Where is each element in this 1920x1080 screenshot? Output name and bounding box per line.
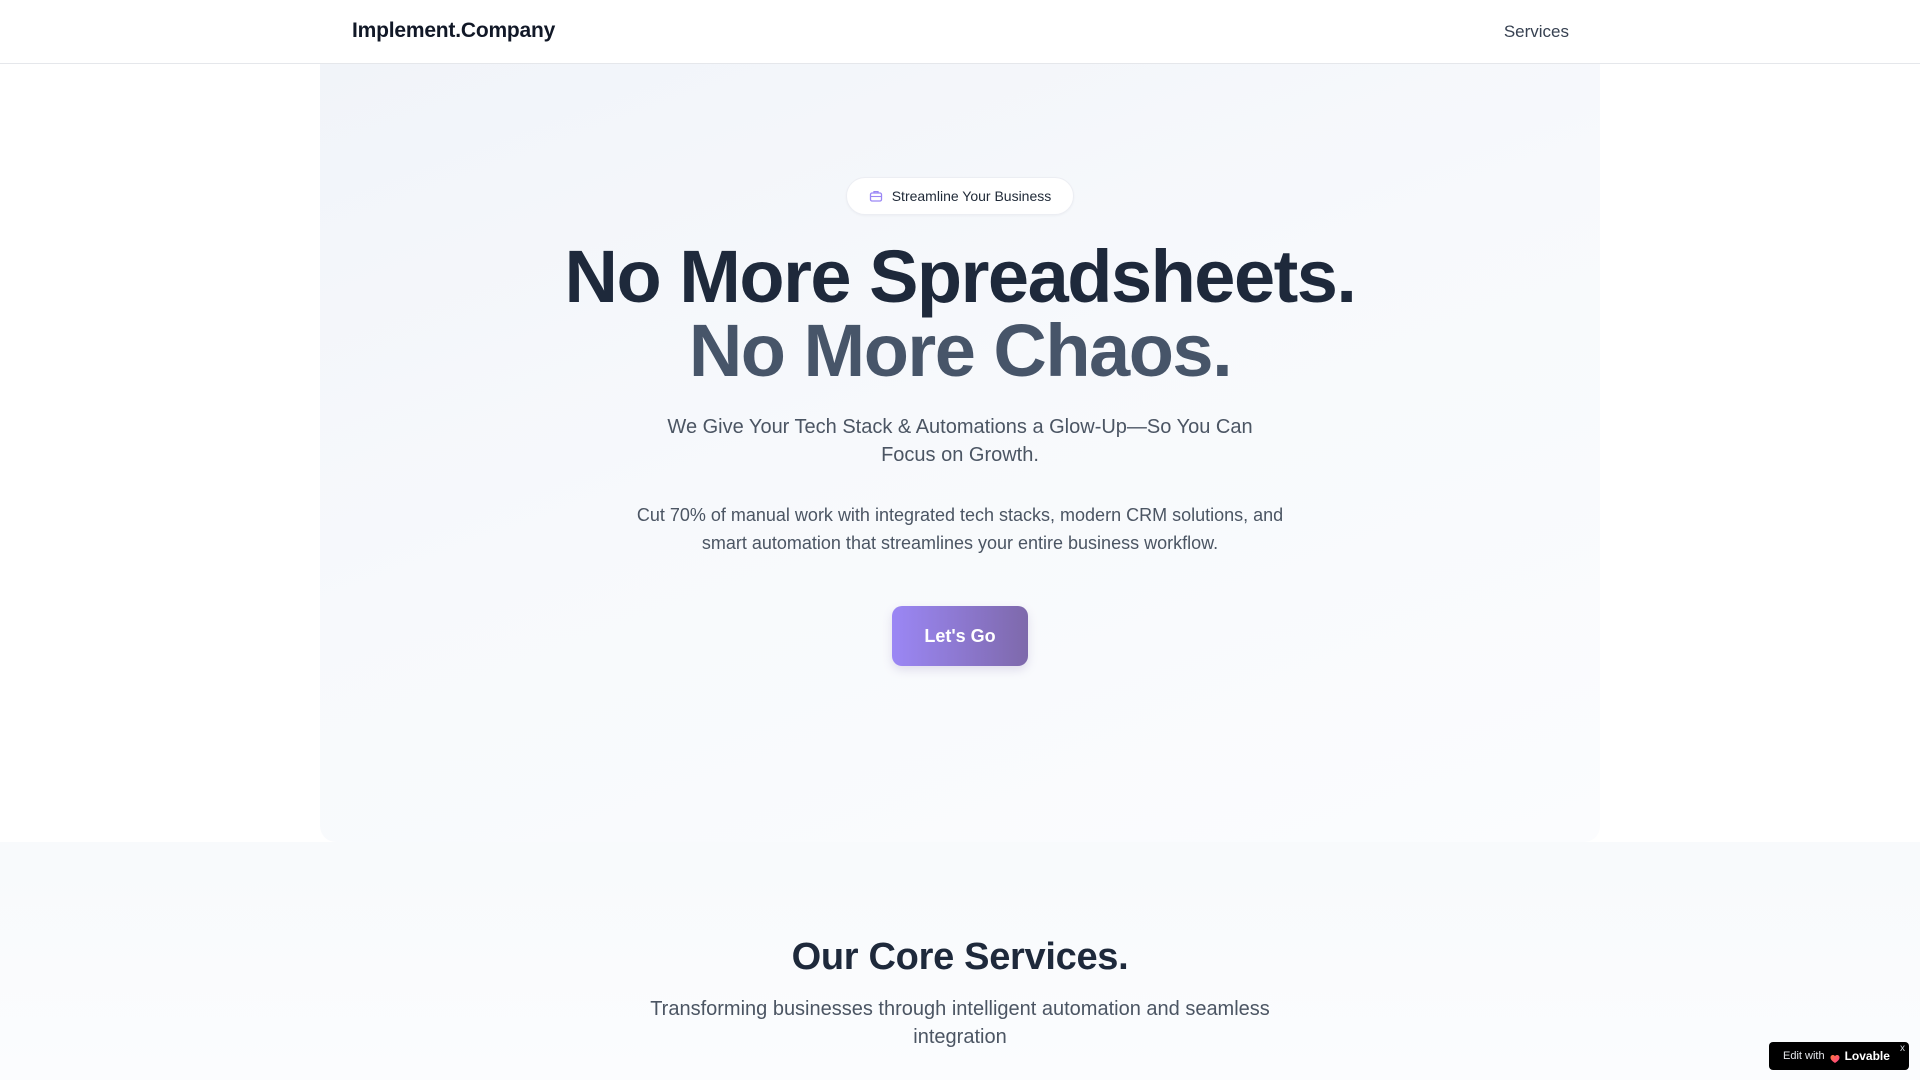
edit-badge-prefix: Edit with: [1783, 1050, 1825, 1062]
lovable-heart-icon: [1830, 1051, 1840, 1063]
site-header: Implement.Company Services: [0, 0, 1920, 64]
services-title: Our Core Services.: [791, 936, 1129, 978]
close-icon[interactable]: x: [1900, 1043, 1905, 1054]
edit-with-lovable-badge[interactable]: Edit with Lovable x: [1769, 1042, 1909, 1070]
edit-badge-brand: Lovable: [1844, 1049, 1890, 1063]
hero-badge: Streamline Your Business: [846, 177, 1074, 215]
hero-badge-label: Streamline Your Business: [891, 188, 1052, 204]
services-subtitle: Transforming businesses through intellig…: [650, 998, 1270, 1048]
services-section: Our Core Services. Transforming business…: [0, 842, 1920, 1080]
hero-description: Cut 70% of manual work with integrated t…: [636, 505, 1284, 553]
hero-subheadline: We Give Your Tech Stack & Automations a …: [667, 416, 1253, 466]
nav-link-services[interactable]: Services: [1504, 22, 1569, 42]
hero-headline-line-2: No More Chaos.: [688, 309, 1233, 392]
page: Implement.Company Services Streamline Yo…: [0, 0, 1920, 1080]
lets-go-button[interactable]: Let's Go: [892, 606, 1028, 666]
hero-headline-line-1: No More Spreadsheets.: [564, 235, 1357, 318]
brand-logo[interactable]: Implement.Company: [352, 19, 555, 43]
hero-headline: No More Spreadsheets. No More Chaos.: [0, 240, 1920, 388]
briefcase-icon: [869, 189, 883, 203]
